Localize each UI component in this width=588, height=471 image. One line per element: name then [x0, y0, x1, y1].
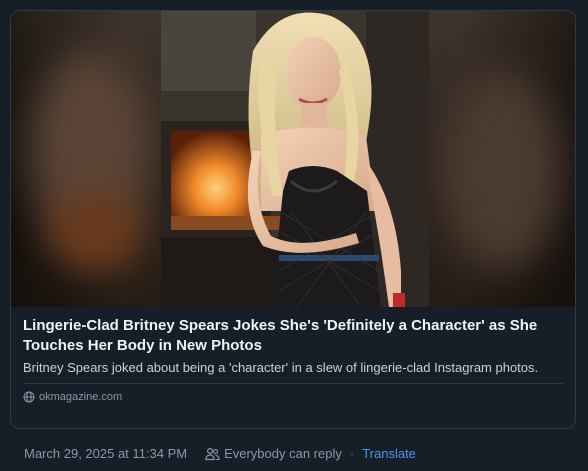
link-preview-card[interactable]: Lingerie-Clad Britney Spears Jokes She's… [10, 10, 576, 429]
link-preview-title[interactable]: Lingerie-Clad Britney Spears Jokes She's… [23, 316, 563, 356]
link-preview-description: Britney Spears joked about being a 'char… [23, 360, 539, 375]
link-preview-domain: okmagazine.com [39, 391, 123, 403]
post-photo [161, 11, 429, 307]
link-preview-image[interactable] [11, 11, 575, 307]
reply-setting[interactable]: Everybody can reply [203, 446, 342, 461]
post-timestamp[interactable]: March 29, 2025 at 11:34 PM [24, 446, 187, 461]
meta-dot-separator: · [349, 446, 355, 461]
people-icon [205, 447, 220, 460]
globe-icon [23, 391, 35, 403]
link-preview-text: Lingerie-Clad Britney Spears Jokes She's… [11, 307, 575, 410]
translate-link[interactable]: Translate [362, 446, 416, 461]
link-preview-domain-row: okmagazine.com [23, 384, 563, 410]
photo-illustration [161, 11, 429, 307]
reply-setting-label: Everybody can reply [224, 446, 342, 461]
post-footer-area: Lingerie-Clad Britney Spears Jokes She's… [0, 0, 588, 471]
post-meta-row: March 29, 2025 at 11:34 PM Everybody can… [24, 446, 416, 461]
